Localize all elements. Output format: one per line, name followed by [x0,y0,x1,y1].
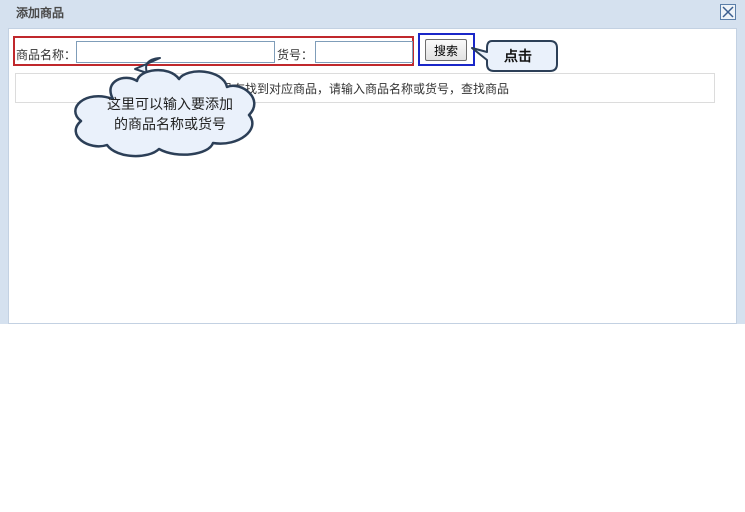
click-callout: 点击 [470,38,562,74]
cloud-callout-line-2: 的商品名称或货号 [114,117,226,133]
close-button[interactable] [720,4,736,20]
dialog-title: 添加商品 [16,6,65,20]
cloud-callout-text: 这里可以输入要添加 的商品名称或货号 [87,95,253,135]
product-code-label: 货号： [277,48,314,62]
dialog-title-bar: 添加商品 [0,0,745,28]
search-button-highlight: 搜索 [418,33,475,66]
click-callout-text: 点击 [504,49,532,65]
search-button[interactable]: 搜索 [425,39,467,61]
cloud-callout: 这里可以输入要添加 的商品名称或货号 [65,55,265,160]
product-code-input[interactable] [315,41,413,63]
cloud-callout-line-1: 这里可以输入要添加 [107,97,233,113]
close-x-icon [722,6,734,18]
